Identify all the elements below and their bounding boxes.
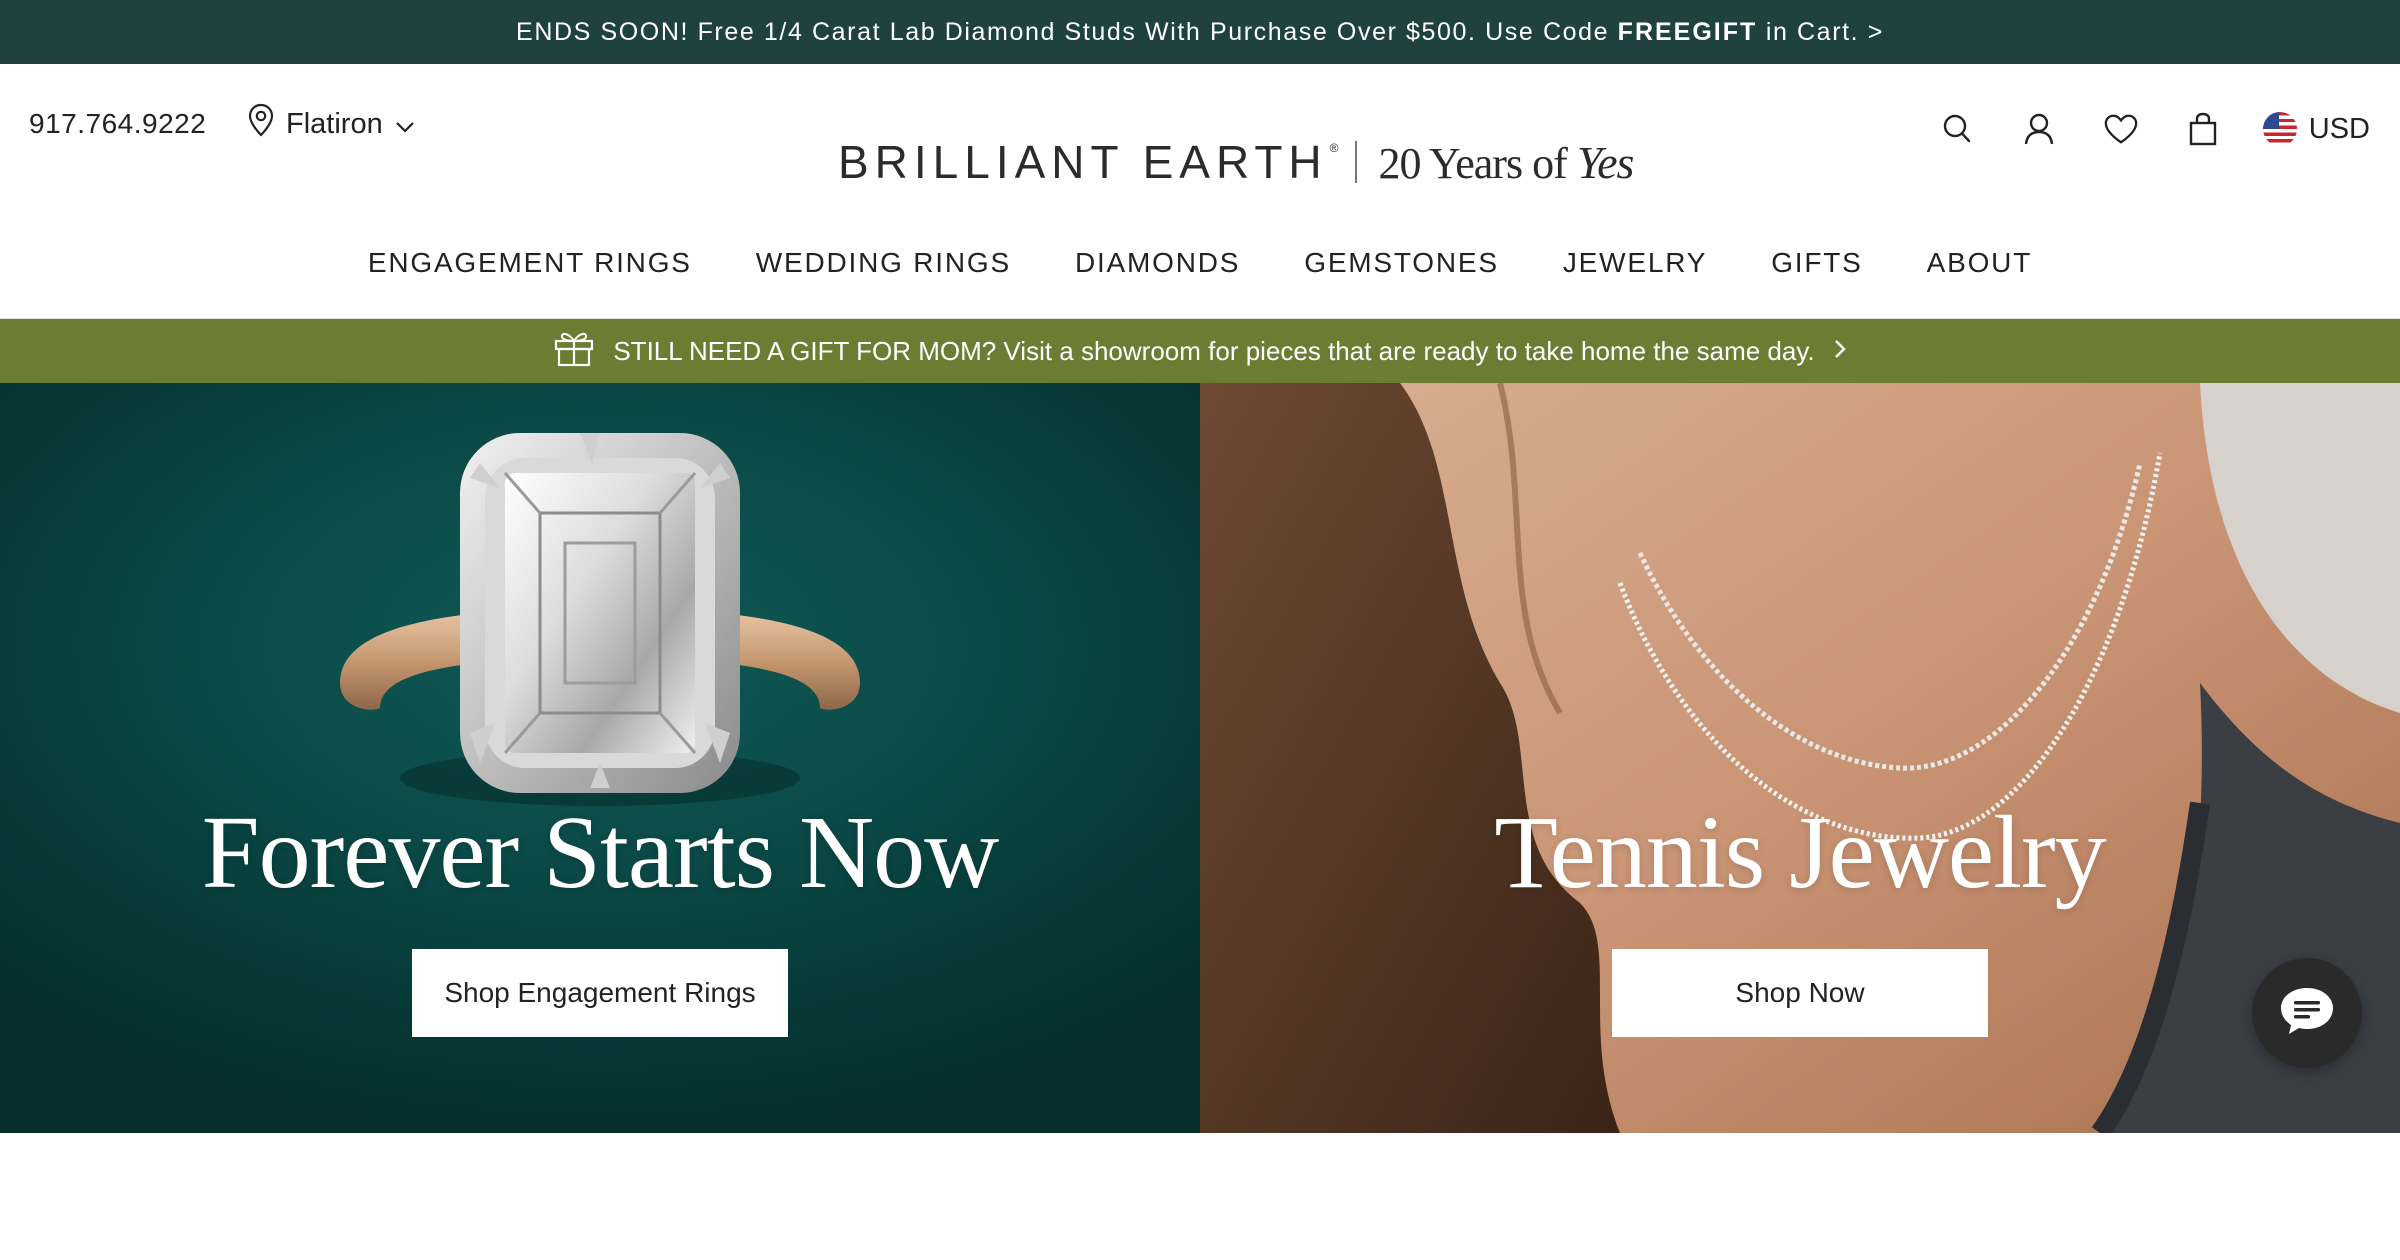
hero-tennis-panel[interactable]: Tennis Jewelry Shop Now	[1200, 383, 2400, 1133]
wishlist-heart-icon[interactable]	[2103, 111, 2139, 147]
promo-code: FREEGIFT	[1617, 17, 1758, 46]
nav-gifts[interactable]: GIFTS	[1739, 238, 1894, 288]
us-flag-icon	[2262, 112, 2297, 146]
logo-tagline: 20 Years of Yes	[1378, 136, 1635, 189]
phone-number[interactable]: 917.764.9222	[29, 108, 206, 140]
shop-now-button[interactable]: Shop Now	[1612, 949, 1988, 1037]
nav-diamonds[interactable]: DIAMONDS	[1043, 238, 1272, 288]
logo-wordmark: BRILLIANT EARTH	[838, 136, 1328, 188]
gift-banner-text: STILL NEED A GIFT FOR MOM? Visit a showr…	[613, 335, 1815, 366]
hero-engagement-panel[interactable]: Forever Starts Now Shop Engagement Rings	[0, 383, 1200, 1133]
gift-icon	[553, 329, 595, 374]
search-icon[interactable]	[1939, 111, 1975, 147]
brand-logo[interactable]: BRILLIANT EARTH ® 20 Years of Yes	[838, 122, 1635, 202]
store-selector[interactable]: Flatiron	[248, 103, 415, 145]
logo-divider	[1354, 141, 1357, 183]
header-actions: USD	[1939, 104, 2370, 154]
promo-text: ENDS SOON! Free 1/4 Carat Lab Diamond St…	[516, 17, 1618, 46]
location-pin-icon	[248, 103, 274, 145]
shopping-bag-icon[interactable]	[2185, 111, 2221, 147]
currency-selector[interactable]: USD	[2262, 112, 2370, 146]
nav-about[interactable]: ABOUT	[1895, 238, 2064, 288]
ring-image	[340, 433, 860, 806]
store-name: Flatiron	[286, 107, 383, 140]
account-icon[interactable]	[2021, 111, 2057, 147]
logo-tagline-prefix: 20 Years of	[1378, 138, 1577, 188]
hero-left-title: Forever Starts Now	[201, 795, 1000, 910]
promo-text-end: in Cart. >	[1757, 17, 1884, 46]
nav-wedding-rings[interactable]: WEDDING RINGS	[724, 238, 1043, 288]
logo-registered-mark: ®	[1329, 141, 1339, 155]
promo-bar[interactable]: ENDS SOON! Free 1/4 Carat Lab Diamond St…	[0, 0, 2400, 64]
chat-button[interactable]	[2252, 958, 2362, 1068]
nav-engagement-rings[interactable]: ENGAGEMENT RINGS	[336, 238, 724, 288]
hero-right-title: Tennis Jewelry	[1494, 795, 2106, 910]
logo-tagline-script: Yes	[1576, 136, 1635, 188]
chevron-down-icon	[395, 108, 415, 141]
chat-bubble-icon	[2278, 985, 2336, 1042]
shop-engagement-rings-button[interactable]: Shop Engagement Rings	[412, 949, 788, 1037]
nav-jewelry[interactable]: JEWELRY	[1531, 238, 1739, 288]
currency-label: USD	[2308, 112, 2370, 145]
site-header: 917.764.9222 Flatiron BRILLIANT EARTH ® …	[0, 64, 2400, 319]
gift-banner[interactable]: STILL NEED A GIFT FOR MOM? Visit a showr…	[0, 319, 2400, 383]
main-nav: ENGAGEMENT RINGS WEDDING RINGS DIAMONDS …	[0, 238, 2400, 288]
nav-gemstones[interactable]: GEMSTONES	[1272, 238, 1531, 288]
chevron-right-icon	[1833, 336, 1847, 367]
